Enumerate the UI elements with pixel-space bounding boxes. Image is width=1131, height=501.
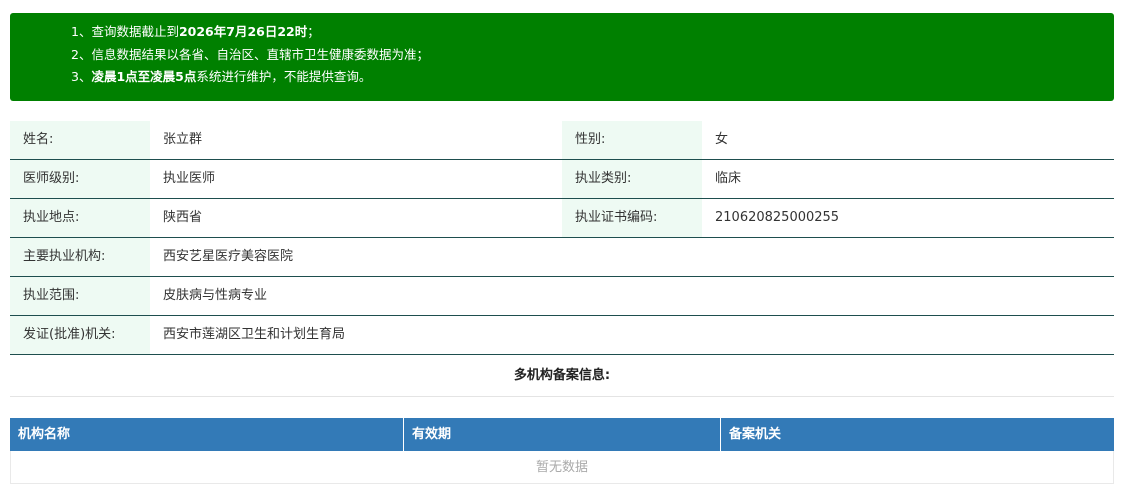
cert-value: 210620825000255	[715, 210, 840, 225]
category-value: 临床	[715, 171, 742, 186]
info-row: 执业范围: 皮肤病与性病专业	[10, 277, 1114, 316]
multi-institution-title: 多机构备案信息:	[10, 356, 1114, 397]
category-label: 执业类别:	[562, 160, 702, 198]
level-label: 医师级别:	[10, 160, 150, 198]
notice-text: 1、查询数据截止到	[71, 24, 179, 39]
info-row: 主要执业机构: 西安艺星医疗美容医院	[10, 238, 1114, 277]
cert-label: 执业证书编码:	[562, 199, 702, 237]
multi-institution-table: 机构名称 有效期 备案机关 暂无数据	[10, 418, 1114, 484]
location-value: 陕西省	[163, 210, 203, 225]
notice-line-3: 3、凌晨1点至凌晨5点系统进行维护，不能提供查询。	[71, 66, 1114, 89]
level-value: 执业医师	[163, 171, 216, 186]
gender-label: 性别:	[562, 121, 702, 159]
notice-banner: 1、查询数据截止到2026年7月26日22时； 2、信息数据结果以各省、自治区、…	[10, 13, 1114, 101]
notice-text: 系统进行维护，不能提供查询。	[196, 69, 372, 84]
scope-label: 执业范围:	[10, 277, 150, 315]
column-header-institution: 机构名称	[10, 418, 404, 451]
notice-line-1: 1、查询数据截止到2026年7月26日22时；	[71, 21, 1114, 44]
notice-date: 2026年7月26日22时	[178, 24, 308, 39]
column-header-validity: 有效期	[404, 418, 721, 451]
notice-maintenance-time: 凌晨1点至凌晨5点	[91, 69, 197, 84]
info-row: 执业地点: 陕西省 执业证书编码: 210620825000255	[10, 199, 1114, 238]
info-row: 医师级别: 执业医师 执业类别: 临床	[10, 160, 1114, 199]
column-header-authority: 备案机关	[729, 427, 782, 442]
name-value: 张立群	[163, 132, 203, 147]
institution-value: 西安艺星医疗美容医院	[163, 249, 294, 264]
notice-text: 3、	[71, 69, 92, 84]
notice-text: ；	[307, 24, 320, 39]
gender-value: 女	[715, 132, 729, 147]
scope-value: 皮肤病与性病专业	[163, 288, 268, 303]
table-header: 机构名称 有效期 备案机关	[10, 418, 1114, 451]
issuer-value: 西安市莲湖区卫生和计划生育局	[163, 327, 346, 342]
info-row: 发证(批准)机关: 西安市莲湖区卫生和计划生育局	[10, 316, 1114, 355]
notice-text: 2、信息数据结果以各省、自治区、直辖市卫生健康委数据为准；	[71, 46, 429, 62]
empty-state: 暂无数据	[10, 451, 1114, 484]
doctor-info-table: 姓名: 张立群 性别: 女 医师级别: 执业医师 执业类别: 临床 执业地点: …	[10, 121, 1114, 355]
notice-line-2: 2、信息数据结果以各省、自治区、直辖市卫生健康委数据为准；	[71, 44, 1114, 67]
issuer-label: 发证(批准)机关:	[10, 316, 150, 354]
name-label: 姓名:	[10, 121, 150, 159]
info-row: 姓名: 张立群 性别: 女	[10, 121, 1114, 160]
institution-label: 主要执业机构:	[10, 238, 150, 276]
location-label: 执业地点:	[10, 199, 150, 237]
